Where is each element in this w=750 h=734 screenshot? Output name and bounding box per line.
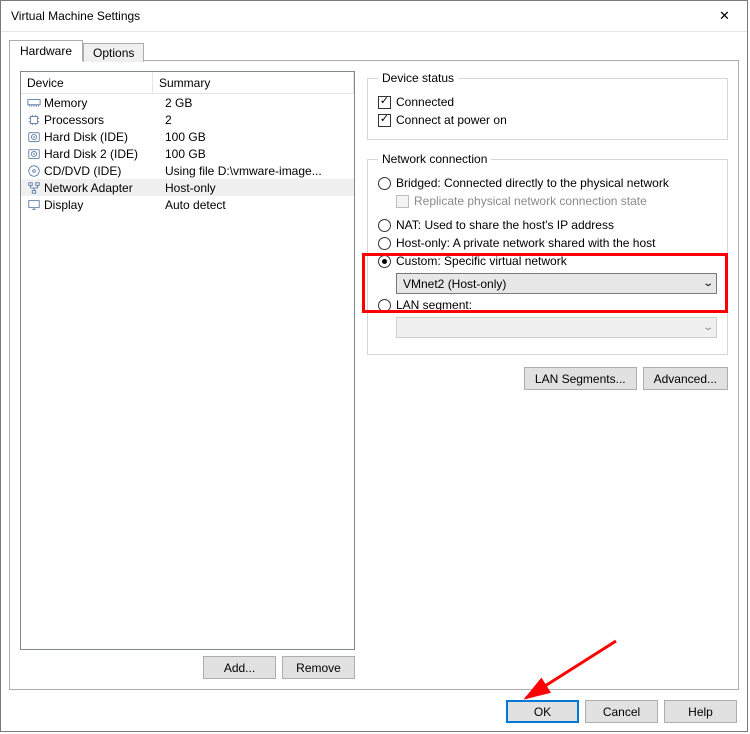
- table-row[interactable]: Hard Disk 2 (IDE) 100 GB: [21, 145, 354, 162]
- cancel-button[interactable]: Cancel: [585, 700, 658, 723]
- dialog-footer: OK Cancel Help: [506, 700, 737, 723]
- device-summary: Using file D:\vmware-image...: [161, 164, 352, 178]
- table-row[interactable]: CD/DVD (IDE) Using file D:\vmware-image.…: [21, 162, 354, 179]
- disk-icon: [27, 147, 41, 161]
- device-name: Hard Disk 2 (IDE): [44, 147, 138, 161]
- device-name: Memory: [44, 96, 87, 110]
- custom-label: Custom: Specific virtual network: [396, 254, 567, 268]
- replicate-checkbox: [396, 195, 409, 208]
- tab-panel-hardware: Device Summary Memory 2 GB: [9, 60, 739, 690]
- remove-device-button[interactable]: Remove: [282, 656, 355, 679]
- host-only-label: Host-only: A private network shared with…: [396, 236, 655, 250]
- table-row[interactable]: Memory 2 GB: [21, 94, 354, 111]
- custom-network-value: VMnet2 (Host-only): [403, 277, 506, 291]
- device-summary: Host-only: [161, 181, 352, 195]
- cpu-icon: [27, 113, 41, 127]
- memory-icon: [27, 96, 41, 110]
- device-table: Device Summary Memory 2 GB: [20, 71, 355, 650]
- bridged-radio[interactable]: [378, 177, 391, 190]
- device-name: Network Adapter: [44, 181, 133, 195]
- connect-at-power-on-label: Connect at power on: [396, 113, 507, 127]
- cd-icon: [27, 164, 41, 178]
- replicate-label: Replicate physical network connection st…: [414, 194, 647, 208]
- lan-segments-button[interactable]: LAN Segments...: [524, 367, 637, 390]
- lan-segment-combo: ⌄: [396, 317, 717, 338]
- table-row[interactable]: Display Auto detect: [21, 196, 354, 213]
- tab-options[interactable]: Options: [83, 43, 144, 62]
- connected-label: Connected: [396, 95, 454, 109]
- device-name: Display: [44, 198, 83, 212]
- disk-icon: [27, 130, 41, 144]
- help-button[interactable]: Help: [664, 700, 737, 723]
- column-header-summary[interactable]: Summary: [153, 72, 354, 94]
- nat-radio[interactable]: [378, 219, 391, 232]
- custom-network-combo[interactable]: VMnet2 (Host-only) ⌄: [396, 273, 717, 294]
- close-button[interactable]: ✕: [702, 2, 747, 31]
- advanced-button[interactable]: Advanced...: [643, 367, 728, 390]
- table-row[interactable]: Processors 2: [21, 111, 354, 128]
- connected-checkbox[interactable]: [378, 96, 391, 109]
- tab-strip: Hardware Options: [9, 38, 739, 60]
- vm-settings-window: Virtual Machine Settings ✕ Hardware Opti…: [0, 0, 748, 732]
- add-device-button[interactable]: Add...: [203, 656, 276, 679]
- device-name: CD/DVD (IDE): [44, 164, 121, 178]
- device-summary: 2: [161, 113, 352, 127]
- chevron-down-icon: ⌄: [702, 322, 714, 333]
- device-status-legend: Device status: [378, 71, 458, 85]
- tab-hardware[interactable]: Hardware: [9, 40, 83, 61]
- window-title: Virtual Machine Settings: [11, 9, 140, 23]
- network-connection-legend: Network connection: [378, 152, 491, 166]
- table-row[interactable]: Network Adapter Host-only: [21, 179, 354, 196]
- device-summary: 2 GB: [161, 96, 352, 110]
- device-name: Hard Disk (IDE): [44, 130, 128, 144]
- bridged-label: Bridged: Connected directly to the physi…: [396, 176, 669, 190]
- display-icon: [27, 198, 41, 212]
- network-icon: [27, 181, 41, 195]
- device-summary: 100 GB: [161, 130, 352, 144]
- custom-radio[interactable]: [378, 255, 391, 268]
- connect-at-power-on-checkbox[interactable]: [378, 114, 391, 127]
- nat-label: NAT: Used to share the host's IP address: [396, 218, 614, 232]
- ok-button[interactable]: OK: [506, 700, 579, 723]
- device-summary: Auto detect: [161, 198, 352, 212]
- lan-segment-radio[interactable]: [378, 299, 391, 312]
- device-summary: 100 GB: [161, 147, 352, 161]
- titlebar: Virtual Machine Settings ✕: [1, 1, 747, 32]
- device-status-group: Device status Connected Connect at power…: [367, 71, 728, 140]
- lan-segment-label: LAN segment:: [396, 298, 472, 312]
- device-name: Processors: [44, 113, 104, 127]
- host-only-radio[interactable]: [378, 237, 391, 250]
- table-row[interactable]: Hard Disk (IDE) 100 GB: [21, 128, 354, 145]
- column-header-device[interactable]: Device: [21, 72, 153, 94]
- network-connection-group: Network connection Bridged: Connected di…: [367, 152, 728, 355]
- chevron-down-icon: ⌄: [702, 278, 714, 289]
